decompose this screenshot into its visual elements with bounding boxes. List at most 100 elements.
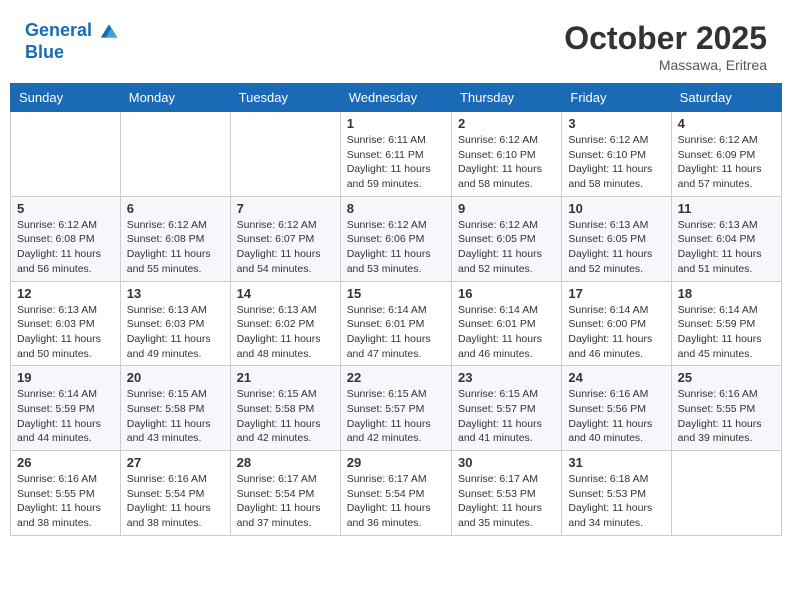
day-info: Sunrise: 6:14 AMSunset: 6:00 PMDaylight:…	[568, 303, 664, 362]
day-number: 15	[347, 286, 445, 301]
table-row: 6 Sunrise: 6:12 AMSunset: 6:08 PMDaylight…	[120, 196, 230, 281]
day-number: 18	[678, 286, 775, 301]
table-row: 20 Sunrise: 6:15 AMSunset: 5:58 PMDayligh…	[120, 366, 230, 451]
table-row: 26 Sunrise: 6:16 AMSunset: 5:55 PMDayligh…	[11, 451, 121, 536]
table-row: 17 Sunrise: 6:14 AMSunset: 6:00 PMDayligh…	[562, 281, 671, 366]
day-number: 11	[678, 201, 775, 216]
day-number: 20	[127, 370, 224, 385]
day-number: 25	[678, 370, 775, 385]
calendar-week-row: 5Sunrise: 6:12 AMSunset: 6:08 PMDaylight…	[11, 196, 782, 281]
day-number: 31	[568, 455, 664, 470]
table-row: 14 Sunrise: 6:13 AMSunset: 6:02 PMDayligh…	[230, 281, 340, 366]
table-row: 19 Sunrise: 6:14 AMSunset: 5:59 PMDayligh…	[11, 366, 121, 451]
day-info: Sunrise: 6:14 AMSunset: 5:59 PMDaylight:…	[678, 303, 775, 362]
table-row: 11 Sunrise: 6:13 AMSunset: 6:04 PMDayligh…	[671, 196, 781, 281]
table-row: 31 Sunrise: 6:18 AMSunset: 5:53 PMDayligh…	[562, 451, 671, 536]
calendar-table: Sunday Monday Tuesday Wednesday Thursday…	[10, 83, 782, 536]
table-row: 25 Sunrise: 6:16 AMSunset: 5:55 PMDayligh…	[671, 366, 781, 451]
day-number: 13	[127, 286, 224, 301]
day-info: Sunrise: 6:15 AMSunset: 5:57 PMDaylight:…	[347, 387, 445, 446]
day-info: Sunrise: 6:17 AMSunset: 5:53 PMDaylight:…	[458, 472, 555, 531]
table-row: 24 Sunrise: 6:16 AMSunset: 5:56 PMDayligh…	[562, 366, 671, 451]
day-info: Sunrise: 6:12 AMSunset: 6:07 PMDaylight:…	[237, 218, 334, 277]
header-thursday: Thursday	[451, 84, 561, 112]
table-row: 29Sunrise: 6:17 AMSunset: 5:54 PMDayligh…	[340, 451, 451, 536]
table-row: 7 Sunrise: 6:12 AMSunset: 6:07 PMDaylight…	[230, 196, 340, 281]
day-info: Sunrise: 6:15 AMSunset: 5:57 PMDaylight:…	[458, 387, 555, 446]
table-row: 22Sunrise: 6:15 AMSunset: 5:57 PMDayligh…	[340, 366, 451, 451]
logo-blue-text: Blue	[25, 42, 119, 64]
day-number: 21	[237, 370, 334, 385]
page-header: General Blue October 2025 Massawa, Eritr…	[10, 10, 782, 78]
day-info: Sunrise: 6:16 AMSunset: 5:55 PMDaylight:…	[678, 387, 775, 446]
table-row: 12Sunrise: 6:13 AMSunset: 6:03 PMDayligh…	[11, 281, 121, 366]
table-row: 27 Sunrise: 6:16 AMSunset: 5:54 PMDayligh…	[120, 451, 230, 536]
table-row	[120, 112, 230, 197]
day-number: 23	[458, 370, 555, 385]
day-number: 14	[237, 286, 334, 301]
day-info: Sunrise: 6:13 AMSunset: 6:03 PMDaylight:…	[17, 303, 114, 362]
day-number: 16	[458, 286, 555, 301]
table-row	[11, 112, 121, 197]
table-row: 1Sunrise: 6:11 AMSunset: 6:11 PMDaylight…	[340, 112, 451, 197]
day-info: Sunrise: 6:14 AMSunset: 6:01 PMDaylight:…	[347, 303, 445, 362]
header-friday: Friday	[562, 84, 671, 112]
day-info: Sunrise: 6:12 AMSunset: 6:09 PMDaylight:…	[678, 133, 775, 192]
day-number: 24	[568, 370, 664, 385]
day-number: 30	[458, 455, 555, 470]
day-number: 19	[17, 370, 114, 385]
day-number: 6	[127, 201, 224, 216]
day-info: Sunrise: 6:14 AMSunset: 6:01 PMDaylight:…	[458, 303, 555, 362]
day-number: 27	[127, 455, 224, 470]
day-info: Sunrise: 6:18 AMSunset: 5:53 PMDaylight:…	[568, 472, 664, 531]
table-row: 9 Sunrise: 6:12 AMSunset: 6:05 PMDaylight…	[451, 196, 561, 281]
header-wednesday: Wednesday	[340, 84, 451, 112]
table-row: 18 Sunrise: 6:14 AMSunset: 5:59 PMDayligh…	[671, 281, 781, 366]
logo-icon	[99, 21, 119, 41]
day-info: Sunrise: 6:14 AMSunset: 5:59 PMDaylight:…	[17, 387, 114, 446]
day-number: 17	[568, 286, 664, 301]
table-row: 30 Sunrise: 6:17 AMSunset: 5:53 PMDayligh…	[451, 451, 561, 536]
day-info: Sunrise: 6:12 AMSunset: 6:10 PMDaylight:…	[568, 133, 664, 192]
day-number: 28	[237, 455, 334, 470]
day-info: Sunrise: 6:17 AMSunset: 5:54 PMDaylight:…	[237, 472, 334, 531]
table-row: 15 Sunrise: 6:14 AMSunset: 6:01 PMDayligh…	[340, 281, 451, 366]
table-row: 8Sunrise: 6:12 AMSunset: 6:06 PMDaylight…	[340, 196, 451, 281]
calendar-week-row: 19 Sunrise: 6:14 AMSunset: 5:59 PMDayligh…	[11, 366, 782, 451]
header-tuesday: Tuesday	[230, 84, 340, 112]
table-row: 10Sunrise: 6:13 AMSunset: 6:05 PMDayligh…	[562, 196, 671, 281]
day-info: Sunrise: 6:15 AMSunset: 5:58 PMDaylight:…	[127, 387, 224, 446]
day-info: Sunrise: 6:16 AMSunset: 5:55 PMDaylight:…	[17, 472, 114, 531]
calendar-header-row: Sunday Monday Tuesday Wednesday Thursday…	[11, 84, 782, 112]
day-number: 1	[347, 116, 445, 131]
day-info: Sunrise: 6:16 AMSunset: 5:56 PMDaylight:…	[568, 387, 664, 446]
table-row: 16 Sunrise: 6:14 AMSunset: 6:01 PMDayligh…	[451, 281, 561, 366]
day-info: Sunrise: 6:17 AMSunset: 5:54 PMDaylight:…	[347, 472, 445, 531]
location-subtitle: Massawa, Eritrea	[564, 57, 767, 73]
month-title: October 2025	[564, 20, 767, 57]
calendar-week-row: 26 Sunrise: 6:16 AMSunset: 5:55 PMDayligh…	[11, 451, 782, 536]
header-monday: Monday	[120, 84, 230, 112]
calendar-week-row: 1Sunrise: 6:11 AMSunset: 6:11 PMDaylight…	[11, 112, 782, 197]
day-number: 10	[568, 201, 664, 216]
table-row: 21 Sunrise: 6:15 AMSunset: 5:58 PMDayligh…	[230, 366, 340, 451]
day-info: Sunrise: 6:12 AMSunset: 6:05 PMDaylight:…	[458, 218, 555, 277]
day-info: Sunrise: 6:12 AMSunset: 6:08 PMDaylight:…	[127, 218, 224, 277]
day-info: Sunrise: 6:15 AMSunset: 5:58 PMDaylight:…	[237, 387, 334, 446]
day-info: Sunrise: 6:12 AMSunset: 6:06 PMDaylight:…	[347, 218, 445, 277]
day-number: 7	[237, 201, 334, 216]
day-info: Sunrise: 6:13 AMSunset: 6:04 PMDaylight:…	[678, 218, 775, 277]
table-row: 28 Sunrise: 6:17 AMSunset: 5:54 PMDayligh…	[230, 451, 340, 536]
title-area: October 2025 Massawa, Eritrea	[564, 20, 767, 73]
table-row: 13 Sunrise: 6:13 AMSunset: 6:03 PMDayligh…	[120, 281, 230, 366]
day-info: Sunrise: 6:12 AMSunset: 6:10 PMDaylight:…	[458, 133, 555, 192]
table-row: 4Sunrise: 6:12 AMSunset: 6:09 PMDaylight…	[671, 112, 781, 197]
day-number: 26	[17, 455, 114, 470]
day-number: 9	[458, 201, 555, 216]
day-info: Sunrise: 6:13 AMSunset: 6:02 PMDaylight:…	[237, 303, 334, 362]
day-info: Sunrise: 6:13 AMSunset: 6:03 PMDaylight:…	[127, 303, 224, 362]
header-sunday: Sunday	[11, 84, 121, 112]
logo-text: General	[25, 20, 119, 42]
day-info: Sunrise: 6:16 AMSunset: 5:54 PMDaylight:…	[127, 472, 224, 531]
header-saturday: Saturday	[671, 84, 781, 112]
